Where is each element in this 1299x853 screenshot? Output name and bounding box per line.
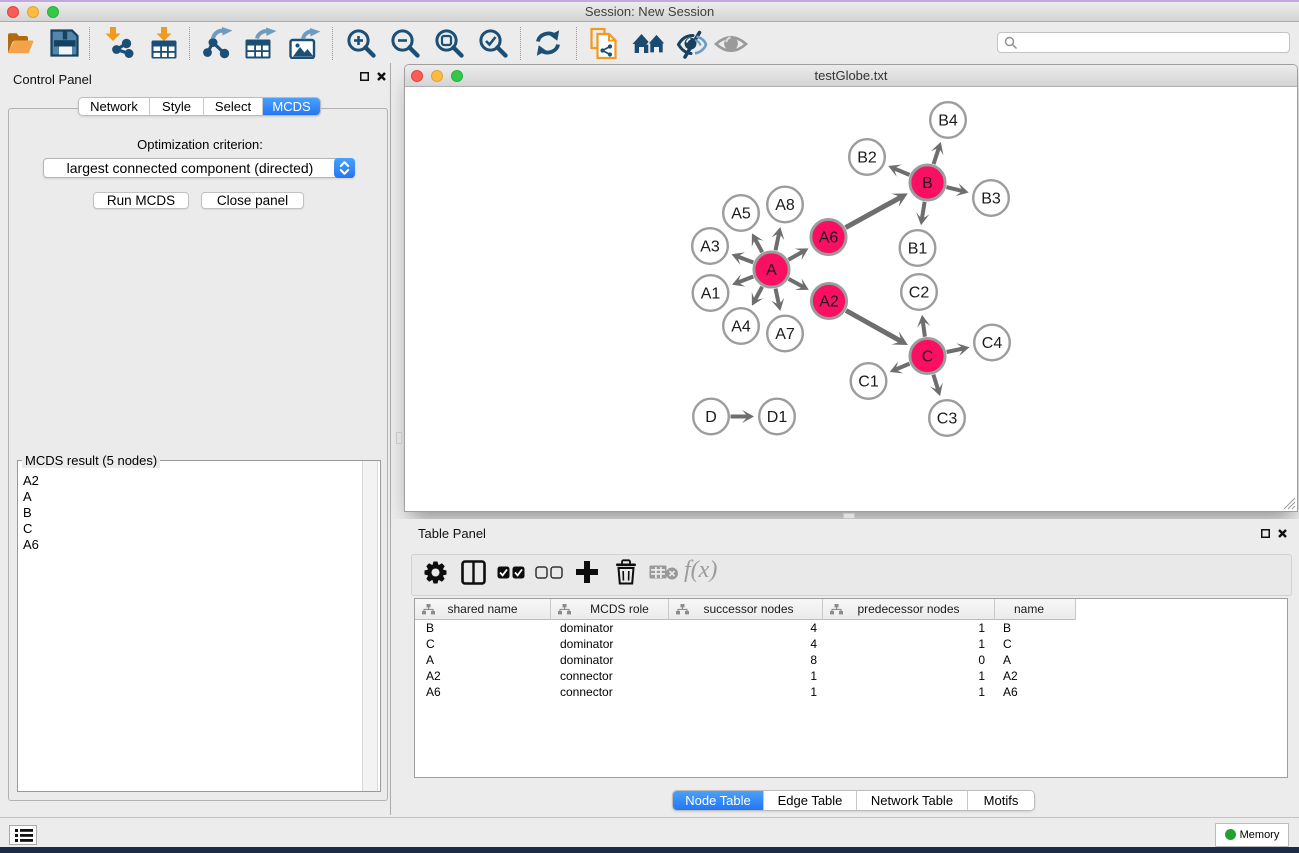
svg-text:D1: D1 (767, 409, 788, 426)
svg-text:C1: C1 (858, 374, 879, 391)
svg-text:A4: A4 (731, 319, 751, 336)
svg-text:B4: B4 (938, 113, 958, 130)
svg-text:A1: A1 (701, 286, 721, 303)
svg-text:C4: C4 (982, 335, 1003, 352)
svg-text:C3: C3 (937, 411, 958, 428)
svg-text:A2: A2 (819, 294, 839, 311)
svg-text:B: B (922, 175, 933, 192)
svg-text:A6: A6 (819, 230, 839, 247)
svg-text:A: A (766, 262, 777, 279)
svg-text:D: D (705, 409, 717, 426)
svg-text:B1: B1 (908, 241, 928, 258)
svg-text:C2: C2 (909, 285, 930, 302)
svg-text:B3: B3 (981, 191, 1001, 208)
svg-text:B2: B2 (857, 150, 877, 167)
svg-text:A8: A8 (775, 197, 795, 214)
svg-text:C: C (922, 349, 934, 366)
svg-text:A7: A7 (775, 326, 795, 343)
svg-text:A3: A3 (700, 239, 720, 256)
svg-text:A5: A5 (731, 206, 751, 223)
